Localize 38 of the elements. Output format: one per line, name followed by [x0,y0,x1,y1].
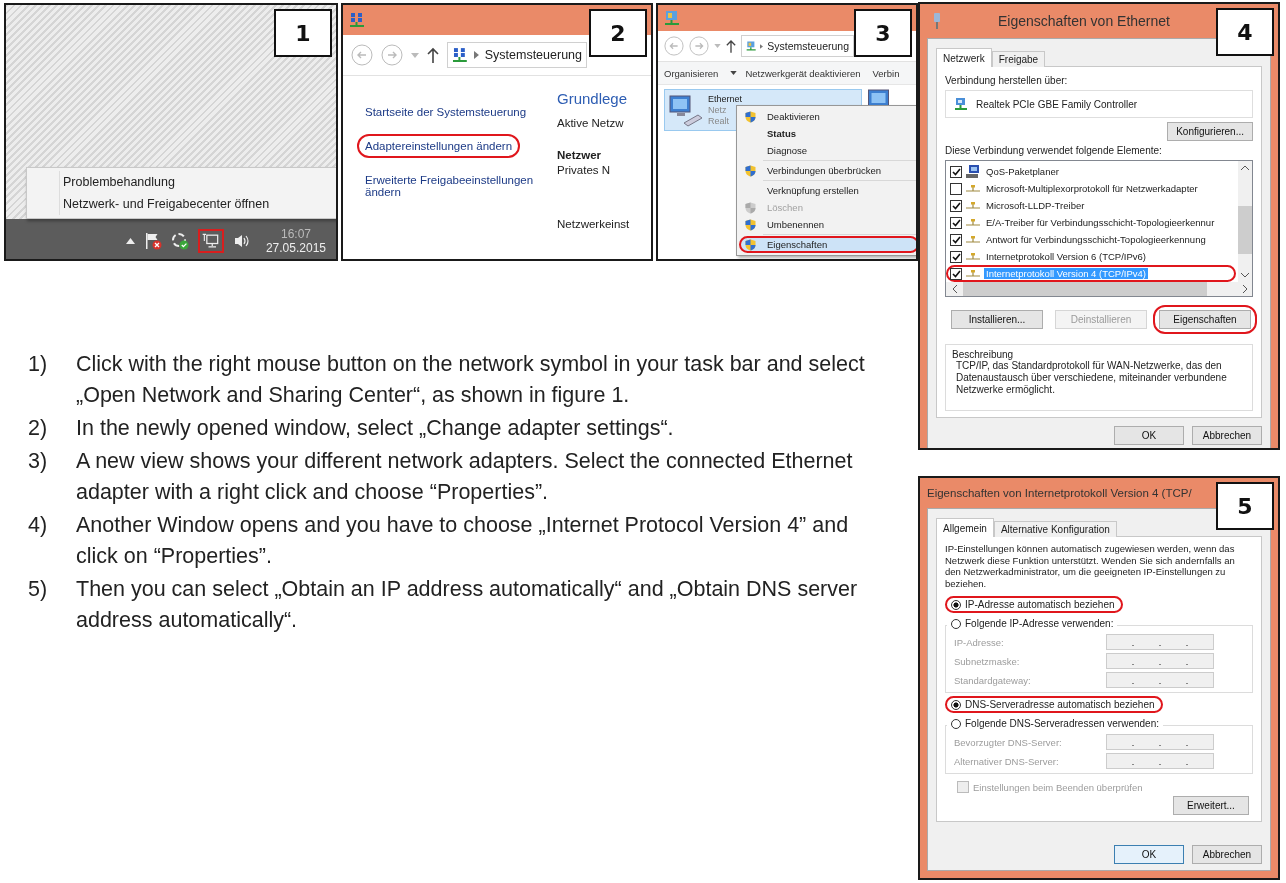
step-text: A new view shows your different network adapters. Select the connected Ethernet adapter with a right click and choose “Properties”. [76,448,854,506]
step-text: Another Window opens and you have to choose „Internet Protocol Version 4” and click on “Properties”. [76,512,850,570]
adapter-name: Ethernet [708,93,743,105]
step-text: Click with the right mouse button on the network symbol in your task bar and select „Open Network and Sharing Center“, as shown in figure 1. [76,351,866,409]
field-label: Alternativer DNS-Server: [954,755,1059,767]
figure-number: 5 [1216,482,1274,530]
step-number: 5) [28,576,49,603]
step-text: Then you can select „Obtain an IP address automatically“ and „Obtain DNS server address automatically“. [76,576,859,634]
figure-number: 2 [589,9,647,57]
step-number: 2) [28,415,49,442]
figure-number: 3 [854,9,912,57]
adapter-status: Netz [708,104,728,116]
network-name: Netzwer [557,149,603,161]
field-label: Bevorzugter DNS-Server: [954,736,1062,748]
window-title: Eigenschaften von Ethernet [998,13,1170,29]
network-type: Privates N [557,164,612,176]
window-title: Eigenschaften von Internetprotokoll Version 4 (TCP/ [927,487,1192,499]
step-text: In the newly opened window, select „Change adapter settings“. [76,415,675,442]
step-number: 4) [28,512,49,539]
figure-number: 4 [1216,8,1274,56]
description-text: TCP/IP, das Standardprotokoll für WAN-Netzwerke, das den Datenaustausch über verschiedene, miteinander verbundene Netzwerke ermöglicht. [956,360,1228,396]
clock-date: 27.05.2015 [265,241,326,255]
group-title: Beschreibung [950,349,1016,360]
clock-time: 16:07 [280,227,311,241]
step-number: 3) [28,448,49,475]
field-label: Standardgateway: [954,674,1031,686]
page-heading: Grundlege [557,90,629,107]
field-label: IP-Adresse: [954,636,1004,648]
step-number: 1) [28,351,49,378]
section-label: Netzwerkeinst [557,218,631,230]
field-label: Subnetzmaske: [954,655,1020,667]
figure-number: 1 [274,9,332,57]
device-name: Realtek PCIe GBE Family Controller [976,98,1138,110]
section-label: Aktive Netzw [557,117,625,129]
description-text: IP-Einstellungen können automatisch zugewiesen werden, wenn das Netzwerk diese Funktion unterstützt. Wenden Sie sich andernfalls an den Netzwerkadministrator, um die geeigneten IP-Einstellungen zu beziehen. [945,543,1236,589]
field-label: Diese Verbindung verwendet folgende Elemente: [945,145,1163,156]
adapter-device: Realt [708,115,730,127]
field-label: Verbindung herstellen über: [945,75,1069,86]
